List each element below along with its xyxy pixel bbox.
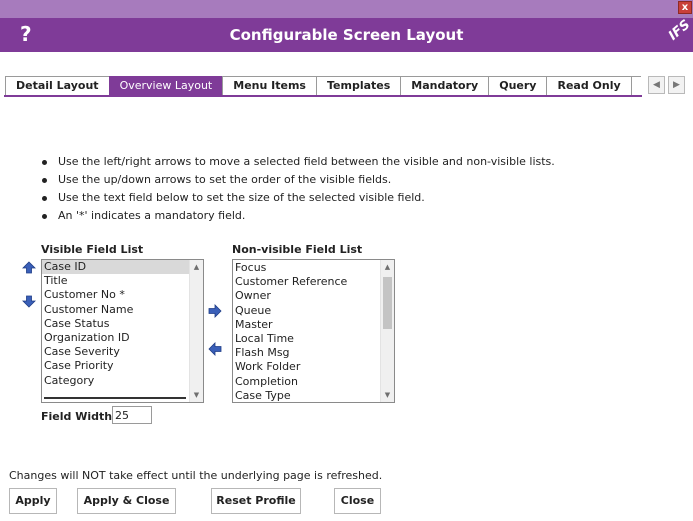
nonvisible-field-option[interactable]: Flash Msg (233, 346, 381, 360)
tab-read-only[interactable]: Read Only (546, 76, 632, 95)
tab-truncated[interactable]: I (630, 76, 641, 95)
tab-overview-layout[interactable]: Overview Layout (108, 76, 224, 95)
visible-field-option[interactable]: Customer Name (42, 303, 190, 317)
apply-close-button[interactable]: Apply & Close (77, 488, 176, 514)
visible-field-option[interactable]: Case ID (42, 260, 190, 275)
page-title: Configurable Screen Layout (229, 26, 464, 44)
horizontal-scrollbar[interactable] (44, 397, 186, 399)
instructions-list: Use the left/right arrows to move a sele… (40, 154, 555, 226)
move-right-icon[interactable] (208, 304, 222, 318)
move-up-icon[interactable] (22, 261, 36, 274)
visible-field-option[interactable]: Category (42, 374, 190, 388)
instruction-item: Use the left/right arrows to move a sele… (40, 154, 555, 172)
visible-field-list[interactable]: Case ID Title Customer No * Customer Nam… (41, 259, 204, 403)
close-button[interactable]: Close (334, 488, 381, 514)
nonvisible-field-option[interactable]: Queue (233, 304, 381, 318)
move-down-icon[interactable] (22, 295, 36, 308)
window-close-button[interactable]: x (678, 1, 692, 14)
visible-field-option[interactable]: Case Severity (42, 345, 190, 359)
visible-field-option[interactable]: Organization ID (42, 331, 190, 345)
apply-button[interactable]: Apply (9, 488, 57, 514)
tab-bar: Detail Layout Overview Layout Menu Items Te… (0, 76, 693, 97)
tab-templates[interactable]: Templates (315, 76, 402, 95)
nonvisible-field-option[interactable]: Master (233, 318, 381, 332)
field-width-label: Field Width (41, 410, 113, 423)
tab-scroll-right-button[interactable]: ▶ (668, 76, 685, 94)
tab-underline (4, 95, 642, 97)
nonvisible-field-option[interactable]: Owner (233, 289, 381, 303)
scroll-up-icon[interactable]: ▲ (190, 261, 203, 273)
tab-strip: Detail Layout Overview Layout Menu Items Te… (5, 76, 641, 95)
scroll-up-icon[interactable]: ▲ (381, 261, 394, 273)
tab-mandatory[interactable]: Mandatory (400, 76, 490, 95)
tab-scroll-left-button[interactable]: ◀ (648, 76, 665, 94)
visible-field-option[interactable]: Case Priority (42, 359, 190, 373)
nonvisible-field-option[interactable]: Case Type (233, 389, 381, 402)
reset-profile-button[interactable]: Reset Profile (211, 488, 301, 514)
nonvisible-list-label: Non-visible Field List (232, 243, 363, 256)
instruction-item: An '*' indicates a mandatory field. (40, 208, 555, 226)
visible-list-label: Visible Field List (41, 243, 144, 256)
nonvisible-field-option[interactable]: Customer Reference (233, 275, 381, 289)
field-width-input[interactable] (112, 406, 152, 424)
nonvisible-field-option[interactable]: Completion (233, 375, 381, 389)
visible-list-scrollbar[interactable]: ▲ ▼ (189, 260, 203, 402)
scroll-down-icon[interactable]: ▼ (381, 389, 394, 401)
visible-field-option[interactable]: Customer No * (42, 288, 190, 302)
window-top-strip: x (0, 0, 693, 18)
visible-field-option[interactable]: Title (42, 274, 190, 288)
refresh-note: Changes will NOT take effect until the u… (9, 469, 383, 482)
title-bar: ? Configurable Screen Layout IFS (0, 17, 693, 52)
instruction-item: Use the up/down arrows to set the order … (40, 172, 555, 190)
scrollbar-thumb[interactable] (383, 277, 392, 329)
nonvisible-field-option[interactable]: Work Folder (233, 360, 381, 374)
visible-field-option[interactable]: Case Status (42, 317, 190, 331)
nonvisible-field-list[interactable]: Focus Customer Reference Owner Queue Mas… (232, 259, 395, 403)
instruction-item: Use the text field below to set the size… (40, 190, 555, 208)
nonvisible-field-option[interactable]: Focus (233, 261, 381, 275)
move-left-icon[interactable] (208, 342, 222, 356)
tab-detail-layout[interactable]: Detail Layout (5, 76, 110, 95)
nonvisible-list-scrollbar[interactable]: ▲ ▼ (380, 260, 394, 402)
nonvisible-field-option[interactable]: Local Time (233, 332, 381, 346)
tab-query[interactable]: Query (488, 76, 548, 95)
scroll-down-icon[interactable]: ▼ (190, 389, 203, 401)
tab-menu-items[interactable]: Menu Items (222, 76, 317, 95)
